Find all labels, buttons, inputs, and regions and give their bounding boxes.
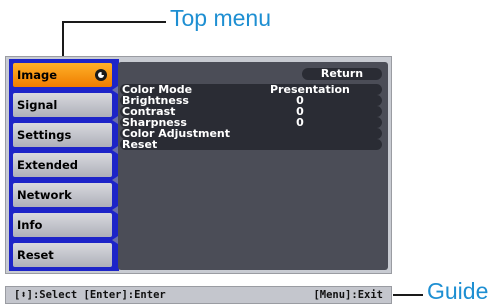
guide-bar: [⬍]:Select [Enter]:Enter [Menu]:Exit	[5, 286, 392, 304]
menu-item-info[interactable]: Info	[13, 213, 112, 237]
top-menu-callout: Top menu	[170, 5, 272, 31]
setting-row-color-adjustment[interactable]: Color Adjustment	[120, 128, 382, 139]
top-menu-callout-line-v	[62, 21, 64, 58]
menu-item-extended[interactable]: Extended	[13, 153, 112, 177]
setting-row-reset[interactable]: Reset	[120, 139, 382, 150]
menu-item-reset[interactable]: Reset	[13, 243, 112, 267]
menu-item-image[interactable]: Image	[13, 63, 112, 87]
guide-callout-line	[393, 294, 423, 296]
menu-item-settings[interactable]: Settings	[13, 123, 112, 147]
menu-item-signal[interactable]: Signal	[13, 93, 112, 117]
submenu-panel: Return Color Mode Presentation Brightnes…	[118, 62, 388, 270]
setting-value: 0	[296, 116, 304, 129]
top-menu-callout-line-h	[62, 21, 166, 23]
menu-item-network[interactable]: Network	[13, 183, 112, 207]
menu-item-label: Signal	[17, 98, 58, 112]
guide-callout: Guide	[427, 278, 489, 304]
setting-label: Reset	[122, 138, 158, 151]
projector-menu-screen: Image Signal Settings Extended Network I…	[5, 56, 392, 274]
menu-item-label: Image	[17, 68, 58, 82]
top-menu-panel: Image Signal Settings Extended Network I…	[9, 59, 119, 271]
enter-icon	[95, 69, 107, 81]
menu-item-label: Extended	[17, 158, 79, 172]
guide-right-text: [Menu]:Exit	[313, 289, 383, 301]
return-button[interactable]: Return	[302, 68, 382, 80]
menu-item-label: Settings	[17, 128, 72, 142]
menu-item-label: Info	[17, 218, 43, 232]
menu-item-label: Reset	[17, 248, 54, 262]
guide-left-text: [⬍]:Select [Enter]:Enter	[14, 289, 166, 301]
menu-item-label: Network	[17, 188, 72, 202]
